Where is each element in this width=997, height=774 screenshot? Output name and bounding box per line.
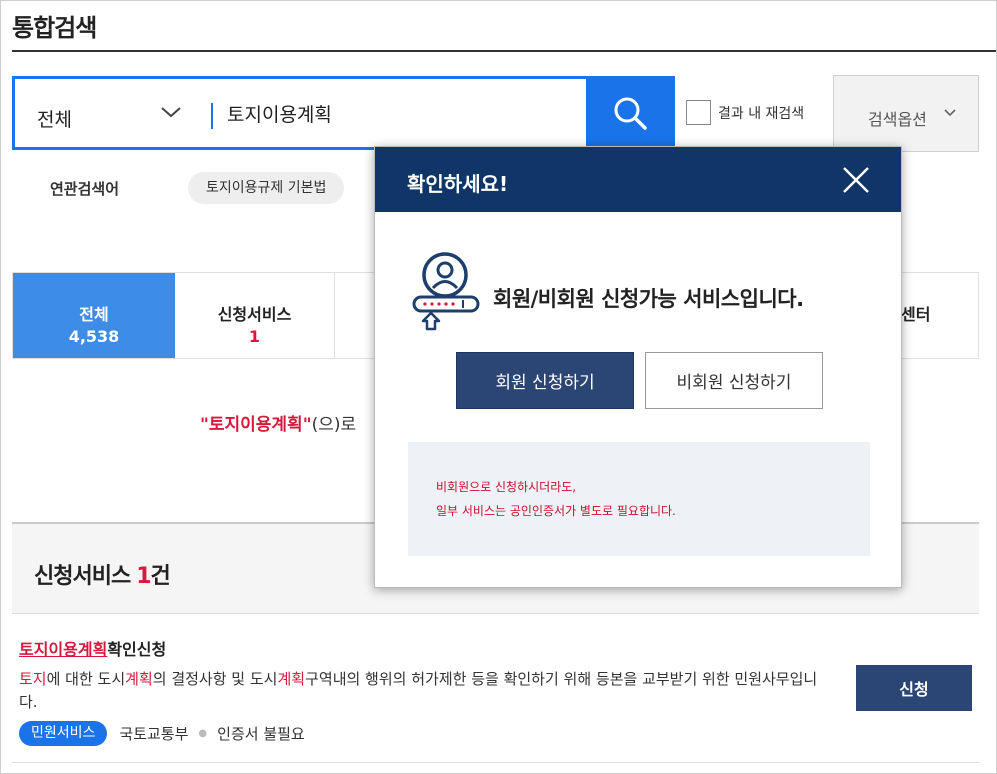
confirm-modal: 확인하세요! 회원/비회원 신청가능 서비스입니다. 회원 신청하기 비회원 신… — [374, 146, 902, 588]
related-search-tag[interactable]: 토지이용규제 기본법 — [188, 172, 345, 204]
tab-count: 1 — [248, 327, 261, 346]
separator-dot: ● — [198, 728, 208, 739]
tab-name: 전체 — [79, 305, 109, 324]
search-category-label: 전체 — [37, 109, 72, 131]
desc-text: 의 결정사항 및 도시 — [152, 670, 278, 688]
desc-text: 에 대한 도시 — [46, 670, 126, 688]
service-title-link[interactable]: 토지이용계획확인신청 — [19, 636, 166, 660]
service-type-badge: 민원서비스 — [19, 721, 108, 746]
search-category-select[interactable]: 전체 — [15, 79, 205, 147]
notice-box: 비회원으로 신청하시더라도, 일부 서비스는 공인인증서가 별도로 필요합니다. — [408, 442, 870, 556]
section-title: 신청서비스 1건 — [34, 558, 171, 590]
recheck-label: 결과 내 재검색 — [718, 105, 805, 122]
page-title: 통합검색 — [12, 14, 97, 42]
section-title-text: 신청서비스 — [34, 564, 131, 589]
search-options-button[interactable]: 검색옵션 — [833, 75, 979, 152]
recheck-checkbox[interactable] — [686, 100, 711, 125]
service-title-highlight: 토지이용계획 — [19, 640, 108, 659]
chevron-down-icon — [161, 107, 181, 118]
service-meta: 민원서비스 국토교통부 ● 인증서 불필요 — [19, 721, 305, 746]
search-icon — [614, 97, 647, 130]
result-message: "토지이용계획"(으)로 — [200, 410, 356, 435]
tab-count: 4,538 — [68, 327, 120, 346]
chevron-down-icon — [944, 109, 956, 117]
notice-line: 비회원으로 신청하시더라도, — [436, 480, 577, 494]
bottom-divider — [12, 762, 979, 763]
title-divider — [12, 50, 996, 52]
desc-highlight: 계획 — [125, 670, 153, 688]
search-box: 전체 — [12, 76, 675, 150]
service-description: 토지에 대한 도시계획의 결정사항 및 도시계획구역내의 행위의 허가제한 등을… — [19, 668, 829, 714]
result-keyword: "토지이용계획" — [200, 415, 312, 435]
tab-all[interactable]: 전체 4,538 — [13, 273, 175, 358]
desc-highlight: 토지 — [19, 670, 47, 688]
notice-line: 일부 서비스는 공인인증서가 별도로 필요합니다. — [436, 504, 676, 518]
guest-apply-button[interactable]: 비회원 신청하기 — [645, 352, 823, 409]
recheck-option[interactable]: 결과 내 재검색 — [686, 100, 804, 125]
search-button[interactable] — [586, 76, 675, 150]
search-options-label: 검색옵션 — [868, 110, 927, 129]
service-cert: 인증서 불필요 — [217, 725, 305, 743]
tab-name: 신청서비스 — [217, 305, 292, 324]
section-count: 1 — [136, 564, 151, 589]
service-title-rest: 확인신청 — [107, 640, 167, 659]
section-unit: 건 — [150, 564, 171, 589]
user-login-icon — [412, 252, 480, 331]
tab-center[interactable]: 센터 — [901, 301, 930, 325]
result-suffix: (으)로 — [311, 415, 357, 435]
tab-application-service[interactable]: 신청서비스 1 — [175, 273, 335, 358]
member-apply-button[interactable]: 회원 신청하기 — [456, 352, 634, 409]
desc-highlight: 계획 — [277, 670, 306, 688]
modal-message: 회원/비회원 신청가능 서비스입니다. — [493, 287, 804, 311]
input-caret — [211, 103, 213, 129]
apply-button[interactable]: 신청 — [856, 665, 972, 711]
modal-title: 확인하세요! — [407, 172, 509, 196]
modal-header: 확인하세요! — [375, 147, 901, 212]
service-ministry: 국토교통부 — [119, 725, 189, 743]
search-input[interactable] — [227, 96, 587, 130]
close-icon[interactable] — [841, 165, 871, 195]
related-search-label: 연관검색어 — [50, 180, 120, 198]
